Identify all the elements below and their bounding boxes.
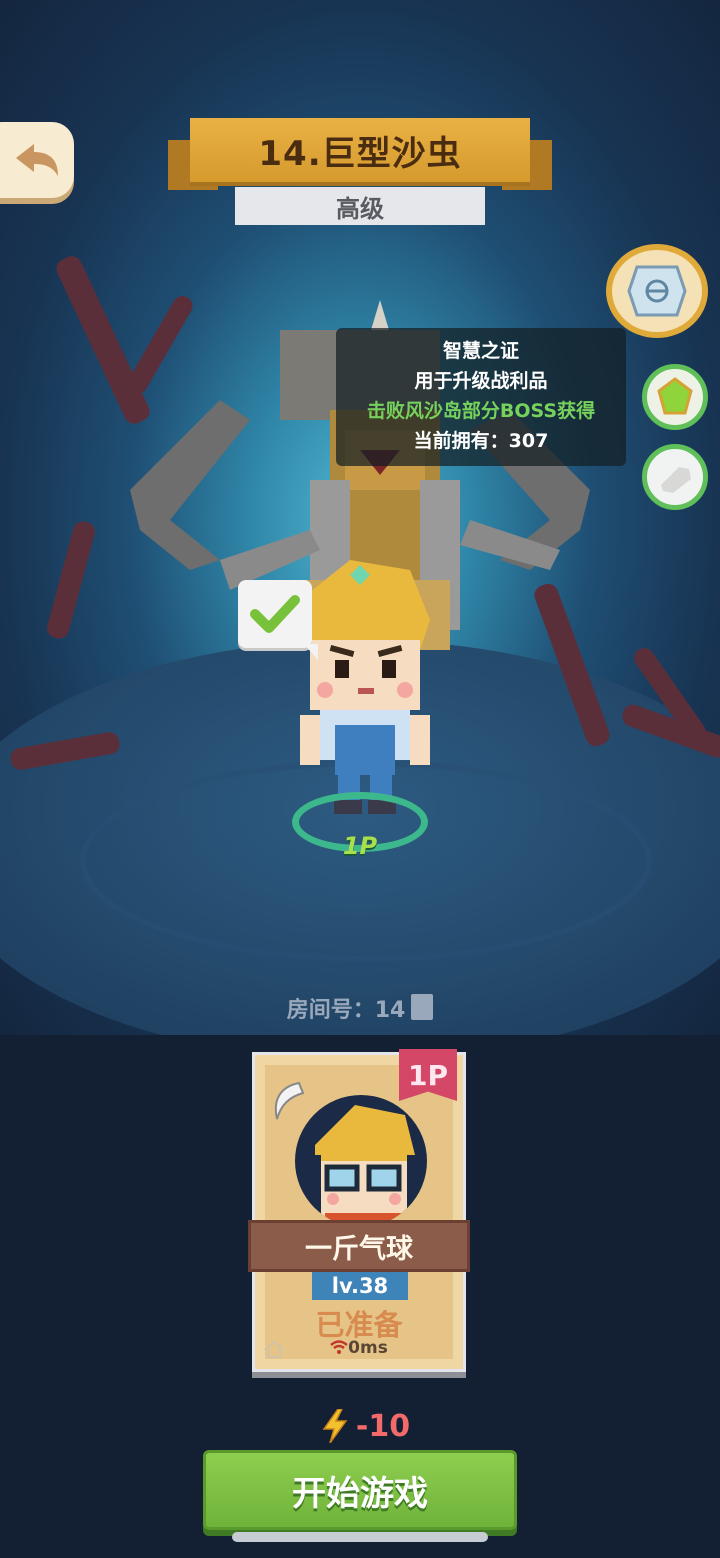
root-branch bbox=[44, 519, 98, 641]
home-icon bbox=[264, 1340, 284, 1358]
ping-value: 0ms bbox=[348, 1338, 388, 1358]
copy-icon[interactable] bbox=[411, 994, 434, 1020]
level-title-banner: 14.巨型沙虫 bbox=[168, 118, 552, 190]
player-tag: 1P bbox=[342, 832, 378, 860]
green-gem-item-button[interactable] bbox=[642, 364, 708, 430]
player-name: 一斤气球 bbox=[248, 1220, 470, 1272]
back-button[interactable] bbox=[0, 122, 74, 198]
avatar-portrait bbox=[315, 1105, 415, 1227]
feather-icon bbox=[274, 1081, 305, 1120]
energy-cost: -10 bbox=[310, 1406, 420, 1446]
start-game-button[interactable]: 开始游戏 bbox=[203, 1450, 517, 1530]
ping-indicator: 0ms bbox=[252, 1338, 466, 1358]
level-title: 14.巨型沙虫 bbox=[190, 118, 530, 182]
item-tooltip: 智慧之证 用于升级战利品 击败风沙岛部分BOSS获得 当前拥有：307 bbox=[336, 328, 626, 466]
room-number: 房间号：14 bbox=[0, 992, 720, 1024]
bone-icon bbox=[661, 467, 691, 493]
bone-item-button[interactable] bbox=[642, 444, 708, 510]
tooltip-item-source: 击败风沙岛部分BOSS获得 bbox=[366, 400, 596, 422]
tooltip-item-name: 智慧之证 bbox=[442, 340, 519, 362]
difficulty-label: 高级 bbox=[235, 187, 485, 225]
player-level: lv.38 bbox=[312, 1272, 408, 1300]
hero-character bbox=[300, 560, 430, 814]
energy-cost-value: -10 bbox=[355, 1408, 411, 1444]
battle-scene: 1P 14.巨型沙虫 高级 智慧之证 用于升级战利品 击败风沙岛部分BOSS获得 bbox=[0, 0, 720, 1035]
lightning-icon bbox=[322, 1409, 348, 1443]
home-indicator[interactable] bbox=[232, 1532, 488, 1542]
tooltip-item-use: 用于升级战利品 bbox=[414, 370, 548, 392]
wifi-icon bbox=[330, 1340, 348, 1354]
tooltip-item-owned: 当前拥有：307 bbox=[413, 430, 549, 452]
back-arrow-icon bbox=[16, 144, 58, 176]
check-icon bbox=[250, 595, 300, 633]
wisdom-token-icon bbox=[627, 265, 687, 317]
ready-check-bubble bbox=[238, 580, 318, 660]
avatar bbox=[295, 1095, 427, 1227]
wisdom-proof-item-button[interactable] bbox=[606, 244, 708, 338]
green-gem-icon bbox=[657, 377, 693, 415]
room-number-label: 房间号：14 bbox=[286, 998, 406, 1023]
